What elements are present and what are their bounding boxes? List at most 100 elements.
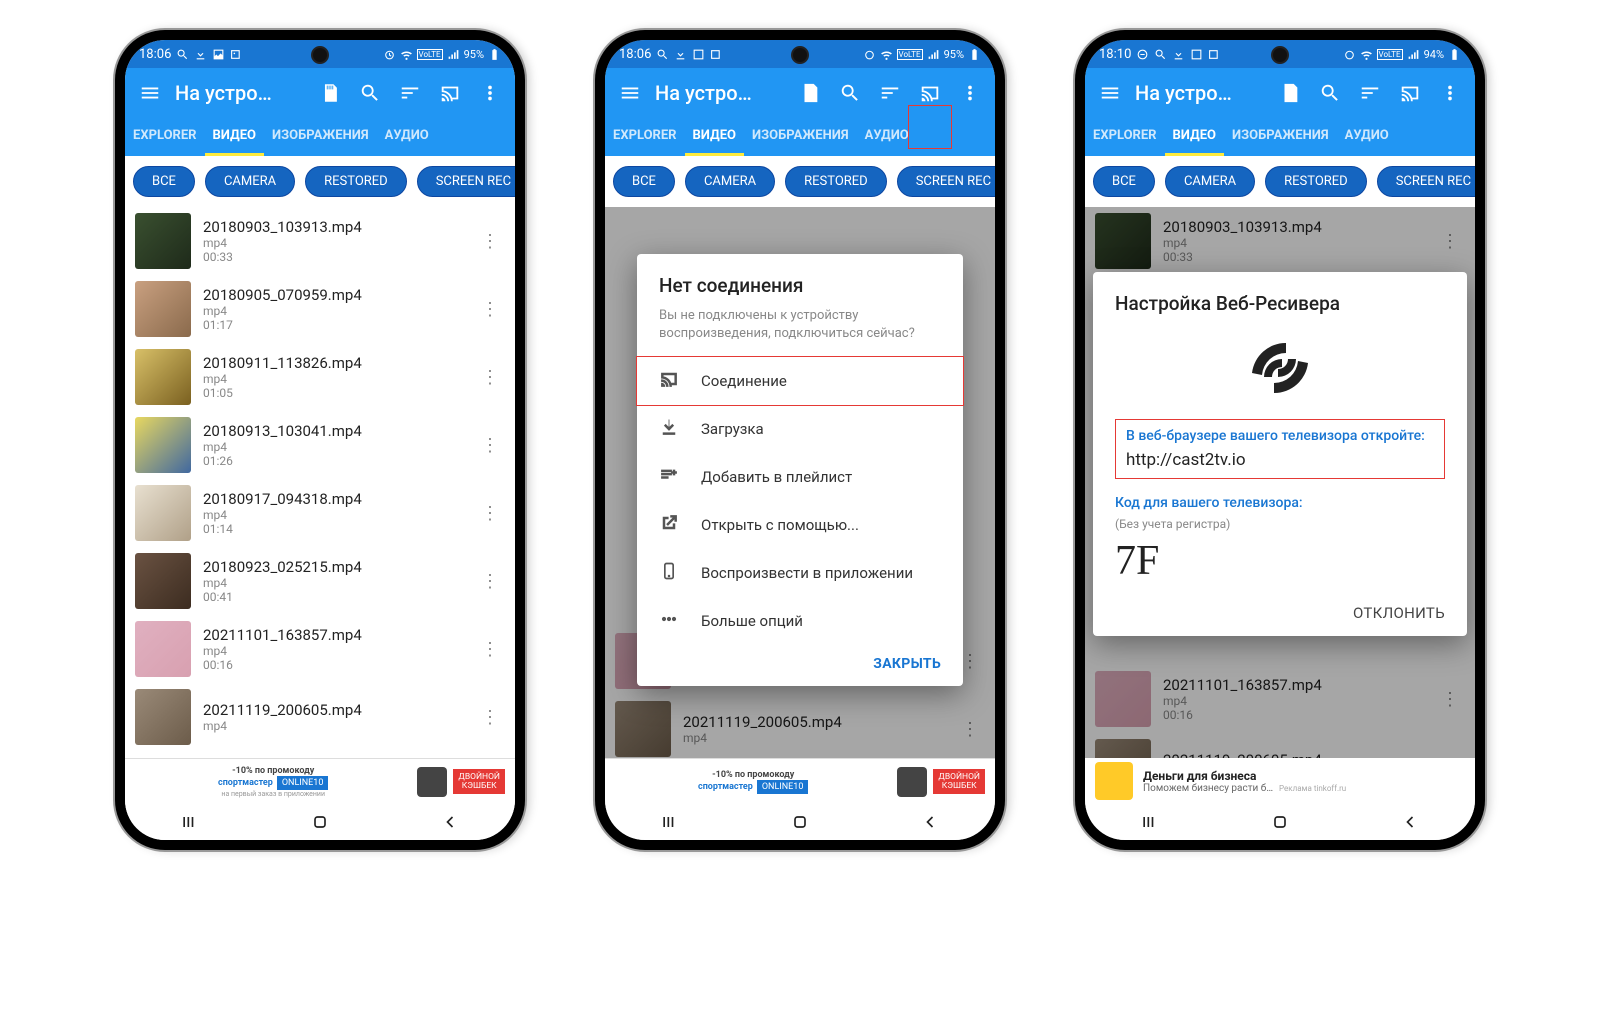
tab-audio[interactable]: АУДИО (377, 118, 437, 156)
more-icon (659, 609, 679, 633)
list-item[interactable]: 20211119_200605.mp4 mp4 ⋮ (125, 683, 515, 751)
item-overflow-button[interactable]: ⋮ (475, 231, 505, 252)
list-item[interactable]: 20211119_200605.mp4 mp4 ⋮ (1085, 733, 1475, 758)
list-item[interactable]: 20180913_103041.mp4 mp4 01:26 ⋮ (125, 411, 515, 479)
home-button[interactable] (310, 812, 330, 832)
search-button[interactable] (355, 78, 385, 108)
home-button[interactable] (1270, 812, 1290, 832)
back-button[interactable] (1400, 812, 1420, 832)
tab-images[interactable]: ИЗОБРАЖЕНИЯ (1224, 118, 1337, 156)
menu-button[interactable] (1095, 78, 1125, 108)
item-overflow-button[interactable]: ⋮ (475, 707, 505, 728)
tab-video[interactable]: ВИДЕО (1165, 118, 1225, 156)
image-status-icon (230, 48, 243, 61)
item-overflow-button[interactable]: ⋮ (475, 639, 505, 660)
download-status-icon (1172, 48, 1185, 61)
list-item[interactable]: 20180911_113826.mp4 mp4 01:05 ⋮ (125, 343, 515, 411)
tab-images[interactable]: ИЗОБРАЖЕНИЯ (264, 118, 377, 156)
list-item[interactable]: 20180903_103913.mp4 mp4 00:33 ⋮ (1085, 207, 1475, 275)
dialog-option-download[interactable]: Загрузка (637, 405, 963, 453)
web-receiver-dialog: Настройка Веб-Ресивера В веб-браузере ва… (1093, 272, 1467, 636)
search-button[interactable] (835, 78, 865, 108)
dialog-option-more[interactable]: Больше опций (637, 597, 963, 645)
dialog-reject-button[interactable]: ОТКЛОНИТЬ (1353, 604, 1445, 622)
chip-all[interactable]: ВСЕ (133, 166, 195, 197)
file-name: 20180903_103913.mp4 (203, 218, 463, 236)
dialog-option-phone[interactable]: Воспроизвести в приложении (637, 549, 963, 597)
tab-video[interactable]: ВИДЕО (685, 118, 745, 156)
cast-button[interactable] (1395, 78, 1425, 108)
tab-video[interactable]: ВИДЕО (205, 118, 265, 156)
recents-button[interactable] (1140, 812, 1160, 832)
list-item[interactable]: 20180905_070959.mp4 mp4 01:17 ⋮ (125, 275, 515, 343)
back-button[interactable] (440, 812, 460, 832)
list-item[interactable]: 20180923_025215.mp4 mp4 00:41 ⋮ (125, 547, 515, 615)
ad-banner[interactable]: -10% по промокоду спортмастер ONLINE10 Д… (605, 758, 995, 804)
list-item[interactable]: 20180917_094318.mp4 mp4 01:14 ⋮ (125, 479, 515, 547)
sort-button[interactable] (395, 78, 425, 108)
battery-pct: 95% (464, 48, 484, 61)
chip-restored[interactable]: RESTORED (785, 166, 887, 197)
overflow-button[interactable] (1435, 78, 1465, 108)
chip-camera[interactable]: CAMERA (685, 166, 775, 197)
item-overflow-button[interactable]: ⋮ (475, 299, 505, 320)
tab-images[interactable]: ИЗОБРАЖЕНИЯ (744, 118, 857, 156)
chip-screenrec[interactable]: SCREEN REC (417, 166, 515, 197)
cast-button[interactable] (435, 78, 465, 108)
list-item[interactable]: 20180903_103913.mp4 mp4 00:33 ⋮ (125, 207, 515, 275)
item-overflow-button[interactable]: ⋮ (475, 571, 505, 592)
item-overflow-button[interactable]: ⋮ (1435, 689, 1465, 710)
filter-chips: ВСЕ CAMERA RESTORED SCREEN REC (605, 156, 995, 207)
chip-all[interactable]: ВСЕ (1093, 166, 1155, 197)
sort-button[interactable] (875, 78, 905, 108)
ad-banner-2[interactable]: Деньги для бизнеса Поможем бизнесу расти… (1085, 758, 1475, 804)
home-button[interactable] (790, 812, 810, 832)
tab-audio[interactable]: АУДИО (1337, 118, 1397, 156)
file-type: mp4 (203, 372, 463, 386)
chip-restored[interactable]: RESTORED (305, 166, 407, 197)
sdcard-button[interactable] (1275, 78, 1305, 108)
menu-button[interactable] (135, 78, 165, 108)
overflow-button[interactable] (955, 78, 985, 108)
dialog-option-openwith[interactable]: Открыть с помощью... (637, 501, 963, 549)
ad-banner[interactable]: -10% по промокоду спортмастер ONLINE10 н… (125, 758, 515, 804)
item-overflow-button[interactable]: ⋮ (475, 435, 505, 456)
chip-all[interactable]: ВСЕ (613, 166, 675, 197)
back-button[interactable] (920, 812, 940, 832)
video-thumbnail (135, 689, 191, 745)
item-overflow-button[interactable]: ⋮ (475, 503, 505, 524)
tab-explorer[interactable]: EXPLORER (1085, 118, 1165, 156)
list-item[interactable]: 20211119_200605.mp4 mp4 ⋮ (605, 695, 995, 758)
recents-button[interactable] (660, 812, 680, 832)
file-duration: 01:17 (203, 318, 463, 332)
file-name: 20180917_094318.mp4 (203, 490, 463, 508)
ad-product-image (417, 767, 447, 797)
file-list[interactable]: 20180903_103913.mp4 mp4 00:33 ⋮ 20180905… (125, 207, 515, 758)
ad-thumb (1095, 762, 1133, 800)
list-item[interactable]: 20211101_163857.mp4 mp4 00:16 ⋮ (125, 615, 515, 683)
tab-explorer[interactable]: EXPLORER (605, 118, 685, 156)
chip-restored[interactable]: RESTORED (1265, 166, 1367, 197)
item-overflow-button[interactable]: ⋮ (955, 719, 985, 740)
search-button[interactable] (1315, 78, 1345, 108)
dialog-option-playlist[interactable]: Добавить в плейлист (637, 453, 963, 501)
tab-explorer[interactable]: EXPLORER (125, 118, 205, 156)
sdcard-button[interactable] (795, 78, 825, 108)
recents-button[interactable] (180, 812, 200, 832)
item-overflow-button[interactable]: ⋮ (475, 367, 505, 388)
chip-screenrec[interactable]: SCREEN REC (1377, 166, 1475, 197)
chip-camera[interactable]: CAMERA (1165, 166, 1255, 197)
chip-camera[interactable]: CAMERA (205, 166, 295, 197)
dialog-option-cast[interactable]: Соединение (637, 357, 963, 405)
dialog-close-button[interactable]: ЗАКРЫТЬ (873, 656, 941, 672)
overflow-button[interactable] (475, 78, 505, 108)
sort-button[interactable] (1355, 78, 1385, 108)
receiver-url: http://cast2tv.io (1126, 450, 1434, 470)
sdcard-button[interactable] (315, 78, 345, 108)
item-overflow-button[interactable]: ⋮ (1435, 231, 1465, 252)
menu-button[interactable] (615, 78, 645, 108)
wifi-icon (400, 48, 413, 61)
list-item[interactable]: 20211101_163857.mp4 mp4 00:16 ⋮ (1085, 665, 1475, 733)
cast-button[interactable] (915, 78, 945, 108)
chip-screenrec[interactable]: SCREEN REC (897, 166, 995, 197)
